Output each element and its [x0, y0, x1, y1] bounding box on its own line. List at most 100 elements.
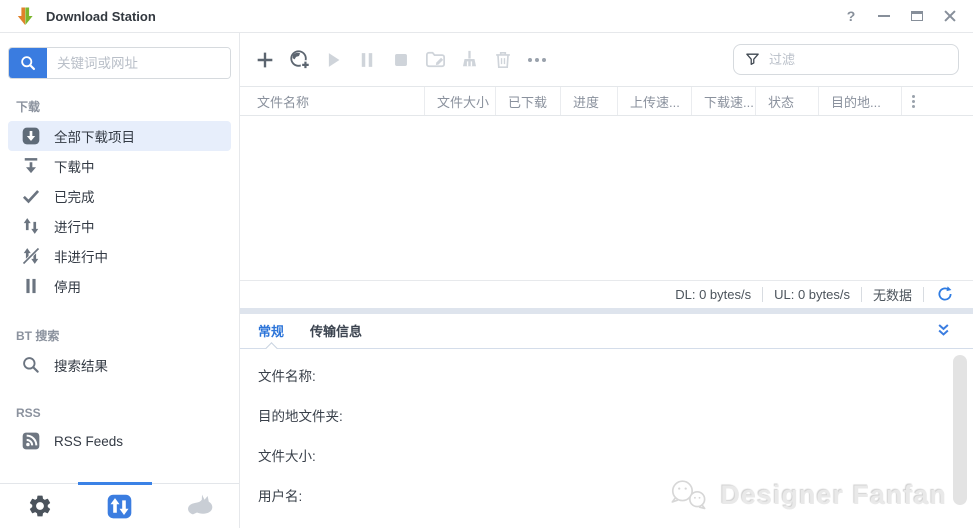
- detail-tabbar: 常规 传输信息: [240, 313, 973, 355]
- gear-icon: [29, 495, 50, 517]
- stop-button[interactable]: [384, 43, 418, 77]
- sidebar-item-inactive[interactable]: 非进行中: [8, 241, 231, 271]
- window-controls: ?: [842, 7, 959, 25]
- clear-completed-button[interactable]: [452, 43, 486, 77]
- minimize-icon: [878, 15, 890, 17]
- section-download: 下载: [16, 100, 41, 114]
- pause-icon: [21, 276, 41, 296]
- column-header-filename[interactable]: 文件名称: [240, 87, 425, 115]
- vertical-scrollbar[interactable]: [953, 354, 967, 505]
- column-settings-button[interactable]: [902, 87, 973, 115]
- ul-speed: UL: 0 bytes/s: [774, 286, 850, 302]
- settings-tab[interactable]: [23, 489, 57, 523]
- sidebar-item-label: 搜索结果: [54, 359, 108, 374]
- filter-box: [733, 44, 959, 75]
- toolbar: [240, 33, 973, 86]
- column-header-progress[interactable]: 进度: [561, 87, 618, 115]
- search-icon: [21, 355, 41, 375]
- filter-funnel-icon: [746, 53, 759, 65]
- task-list[interactable]: [240, 116, 973, 280]
- up-down-arrows-icon: [21, 216, 41, 236]
- resume-button[interactable]: [316, 43, 350, 77]
- broom-icon: [462, 50, 476, 67]
- add-url-button[interactable]: [282, 43, 316, 77]
- download-station-window: Download Station ? 下载: [0, 0, 973, 528]
- sidebar-bottom-tabs: [0, 482, 239, 528]
- sidebar-item-rss-feeds[interactable]: RSS Feeds: [8, 426, 231, 456]
- active-tab-indicator: [78, 482, 152, 485]
- search-input[interactable]: [47, 48, 230, 78]
- sidebar-item-label: 已完成: [54, 190, 95, 205]
- more-actions-button[interactable]: [520, 43, 554, 77]
- dl-speed: DL: 0 bytes/s: [675, 286, 752, 302]
- minimize-button[interactable]: [875, 7, 893, 25]
- download-manager-icon: [107, 494, 132, 518]
- column-header-upload-speed[interactable]: 上传速...: [618, 87, 692, 115]
- column-header-download-speed[interactable]: 下载速...: [692, 87, 756, 115]
- close-icon: [944, 10, 956, 22]
- sidebar-item-label: 停用: [54, 280, 81, 295]
- sidebar-item-all-downloads[interactable]: 全部下载项目: [8, 121, 231, 151]
- refresh-button[interactable]: [935, 284, 955, 304]
- emule-tab[interactable]: [182, 489, 216, 523]
- plus-icon: [257, 52, 273, 67]
- sidebar: 下载 全部下载项目: [0, 33, 240, 528]
- divider: [923, 286, 924, 302]
- field-filesize: 文件大小:: [258, 448, 316, 464]
- downloading-icon: [21, 156, 41, 176]
- search-icon: [21, 56, 36, 71]
- column-header-destination[interactable]: 目的地...: [819, 87, 902, 115]
- divider: [762, 286, 764, 302]
- close-button[interactable]: [941, 7, 959, 25]
- field-username: 用户名:: [258, 488, 303, 504]
- column-header-filesize[interactable]: 文件大小: [425, 87, 496, 115]
- check-icon: [21, 186, 41, 206]
- refresh-icon: [938, 286, 952, 301]
- section-rss: RSS: [16, 406, 41, 420]
- window-title: Download Station: [46, 8, 156, 24]
- sidebar-item-label: 非进行中: [54, 250, 108, 265]
- up-down-arrows-slash-icon: [21, 246, 41, 266]
- tab-general[interactable]: 常规: [258, 321, 284, 340]
- trash-icon: [496, 51, 510, 68]
- field-url: 网址:: [258, 525, 973, 528]
- rss-icon: [21, 431, 41, 451]
- download-manager-tab[interactable]: [102, 489, 136, 523]
- emule-icon: [188, 494, 213, 515]
- double-chevron-down-icon: [937, 324, 949, 336]
- play-icon: [328, 52, 340, 67]
- statusbar: DL: 0 bytes/s UL: 0 bytes/s 无数据: [240, 279, 973, 308]
- sidebar-search: [8, 47, 231, 79]
- sidebar-item-stopped[interactable]: 停用: [8, 271, 231, 301]
- sidebar-item-search-results[interactable]: 搜索结果: [8, 350, 231, 380]
- sidebar-item-label: RSS Feeds: [54, 433, 124, 449]
- globe-plus-icon: [289, 50, 310, 70]
- sidebar-item-label: 全部下载项目: [54, 130, 135, 145]
- sidebar-item-label: 进行中: [54, 220, 95, 235]
- help-button[interactable]: ?: [842, 7, 860, 25]
- download-station-app-icon: [14, 5, 36, 27]
- pause-icon: [361, 52, 373, 67]
- pause-button[interactable]: [350, 43, 384, 77]
- edit-destination-button[interactable]: [418, 43, 452, 77]
- collapse-panel-button[interactable]: [931, 319, 955, 343]
- field-filename: 文件名称:: [258, 368, 316, 384]
- sidebar-item-label: 下载中: [54, 160, 95, 175]
- sidebar-item-active[interactable]: 进行中: [8, 211, 231, 241]
- delete-button[interactable]: [486, 43, 520, 77]
- maximize-button[interactable]: [908, 7, 926, 25]
- column-header-status[interactable]: 状态: [756, 87, 819, 115]
- filter-input[interactable]: [769, 52, 948, 67]
- main-panel: 文件名称 文件大小 已下载 进度 上传速... 下载速... 状态 目的地...…: [240, 33, 973, 528]
- column-header-downloaded[interactable]: 已下载: [496, 87, 561, 115]
- ellipsis-icon: [528, 57, 546, 62]
- add-task-button[interactable]: [248, 43, 282, 77]
- sidebar-item-downloading[interactable]: 下载中: [8, 151, 231, 181]
- stop-icon: [395, 53, 407, 66]
- search-button[interactable]: [9, 48, 47, 78]
- tab-transfer-info[interactable]: 传输信息: [310, 321, 362, 340]
- section-bt-search: BT 搜索: [16, 329, 60, 343]
- sidebar-item-completed[interactable]: 已完成: [8, 181, 231, 211]
- field-destination-folder: 目的地文件夹:: [258, 408, 343, 424]
- maximize-icon: [911, 11, 923, 21]
